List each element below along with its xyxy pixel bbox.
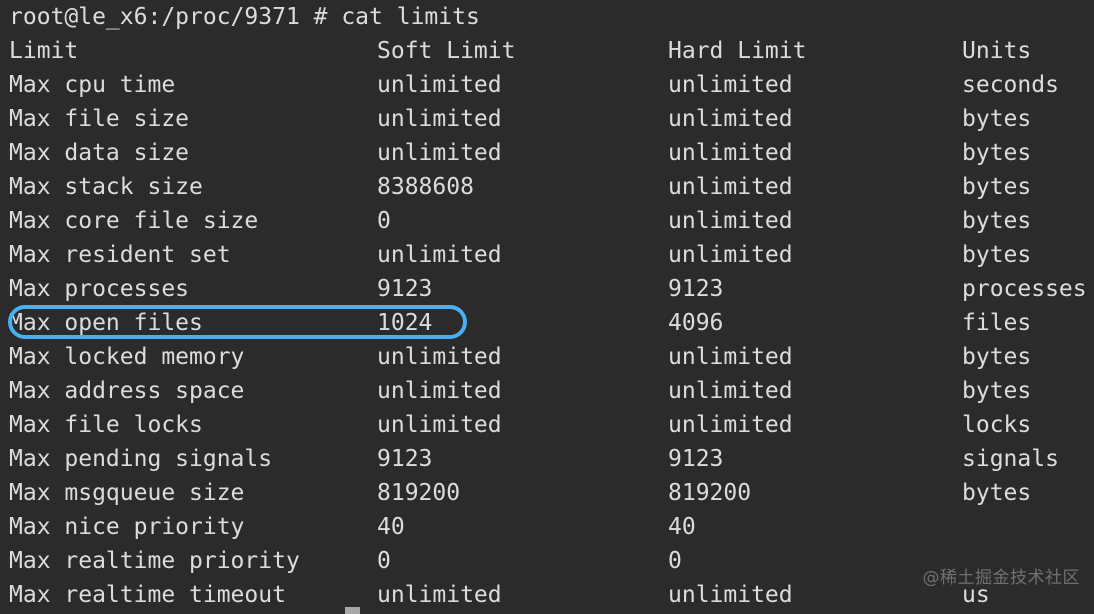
units-value: bytes: [962, 480, 1032, 506]
table-row: Max cpu time unlimited unlimited seconds: [0, 68, 1094, 102]
soft-limit-value: unlimited: [377, 242, 502, 268]
table-row: Max file size unlimited unlimited bytes: [0, 102, 1094, 136]
table-header-row: Limit Soft Limit Hard Limit Units: [0, 34, 1094, 68]
terminal-prompt-line: root@le_x6:/proc/9371 # cat limits: [0, 0, 1094, 34]
units-value: bytes: [962, 344, 1032, 370]
soft-limit-value: 0: [377, 548, 391, 574]
limit-name: Max resident set: [9, 242, 231, 268]
units-value: bytes: [962, 208, 1032, 234]
hard-limit-value: 819200: [668, 480, 752, 506]
table-row: Max msgqueue size 819200 819200 bytes: [0, 476, 1094, 510]
terminal-window[interactable]: root@le_x6:/proc/9371 # cat limits Limit…: [0, 0, 1094, 614]
soft-limit-value: unlimited: [377, 72, 502, 98]
table-row: Max file locks unlimited unlimited locks: [0, 408, 1094, 442]
table-row: Max open files 1024 4096 files: [0, 306, 1094, 340]
units-value: bytes: [962, 378, 1032, 404]
limit-name: Max realtime priority: [9, 548, 300, 574]
column-header-soft-limit: Soft Limit: [377, 38, 516, 64]
shell-prompt-text: root@le_x6:/proc/9371 # cat limits: [9, 4, 480, 30]
hard-limit-value: 40: [668, 514, 696, 540]
units-value: bytes: [962, 106, 1032, 132]
limit-name: Max locked memory: [9, 344, 245, 370]
soft-limit-value: unlimited: [377, 106, 502, 132]
table-row: Max stack size 8388608 unlimited bytes: [0, 170, 1094, 204]
soft-limit-value: 8388608: [377, 174, 474, 200]
limit-name: Max processes: [9, 276, 190, 302]
table-row: Max nice priority 40 40: [0, 510, 1094, 544]
hard-limit-value: unlimited: [668, 72, 793, 98]
soft-limit-value: unlimited: [377, 412, 502, 438]
hard-limit-value: unlimited: [668, 344, 793, 370]
limit-name: Max stack size: [9, 174, 203, 200]
hard-limit-value: unlimited: [668, 140, 793, 166]
site-watermark: @稀土掘金技术社区: [922, 568, 1080, 588]
units-value: processes: [962, 276, 1087, 302]
soft-limit-value: 0: [377, 208, 391, 234]
table-row: Max core file size 0 unlimited bytes: [0, 204, 1094, 238]
units-value: bytes: [962, 174, 1032, 200]
column-header-hard-limit: Hard Limit: [668, 38, 807, 64]
limit-name: Max open files: [9, 310, 203, 336]
soft-limit-value: unlimited: [377, 140, 502, 166]
soft-limit-value: unlimited: [377, 344, 502, 370]
soft-limit-value: 40: [377, 514, 405, 540]
table-row: Max address space unlimited unlimited bytes: [0, 374, 1094, 408]
soft-limit-value: 9123: [377, 446, 433, 472]
hard-limit-value: unlimited: [668, 582, 793, 608]
units-value: bytes: [962, 242, 1032, 268]
column-header-limit: Limit: [9, 38, 79, 64]
table-row: Max resident set unlimited unlimited bytes: [0, 238, 1094, 272]
soft-limit-value: unlimited: [377, 378, 502, 404]
limit-name: Max cpu time: [9, 72, 176, 98]
limit-name: Max core file size: [9, 208, 259, 234]
hard-limit-value: unlimited: [668, 242, 793, 268]
hard-limit-value: 9123: [668, 446, 724, 472]
units-value: bytes: [962, 140, 1032, 166]
hard-limit-value: unlimited: [668, 208, 793, 234]
units-value: files: [962, 310, 1032, 336]
table-row: Max pending signals 9123 9123 signals: [0, 442, 1094, 476]
hard-limit-value: unlimited: [668, 378, 793, 404]
hard-limit-value: unlimited: [668, 174, 793, 200]
table-row: Max processes 9123 9123 processes: [0, 272, 1094, 306]
units-value: seconds: [962, 72, 1059, 98]
column-header-units: Units: [962, 38, 1032, 64]
limit-name: Max realtime timeout: [9, 582, 286, 608]
table-row: Max data size unlimited unlimited bytes: [0, 136, 1094, 170]
hard-limit-value: 0: [668, 548, 682, 574]
limit-name: Max data size: [9, 140, 190, 166]
soft-limit-value: 1024: [377, 310, 433, 336]
limit-name: Max address space: [9, 378, 245, 404]
limit-name: Max file size: [9, 106, 190, 132]
hard-limit-value: 9123: [668, 276, 724, 302]
units-value: locks: [962, 412, 1032, 438]
terminal-cursor: [345, 607, 360, 614]
soft-limit-value: unlimited: [377, 582, 502, 608]
limit-name: Max msgqueue size: [9, 480, 245, 506]
hard-limit-value: unlimited: [668, 412, 793, 438]
limit-name: Max nice priority: [9, 514, 245, 540]
limit-name: Max file locks: [9, 412, 203, 438]
hard-limit-value: 4096: [668, 310, 724, 336]
limit-name: Max pending signals: [9, 446, 273, 472]
soft-limit-value: 9123: [377, 276, 433, 302]
soft-limit-value: 819200: [377, 480, 461, 506]
hard-limit-value: unlimited: [668, 106, 793, 132]
units-value: signals: [962, 446, 1059, 472]
table-row: Max locked memory unlimited unlimited bytes: [0, 340, 1094, 374]
